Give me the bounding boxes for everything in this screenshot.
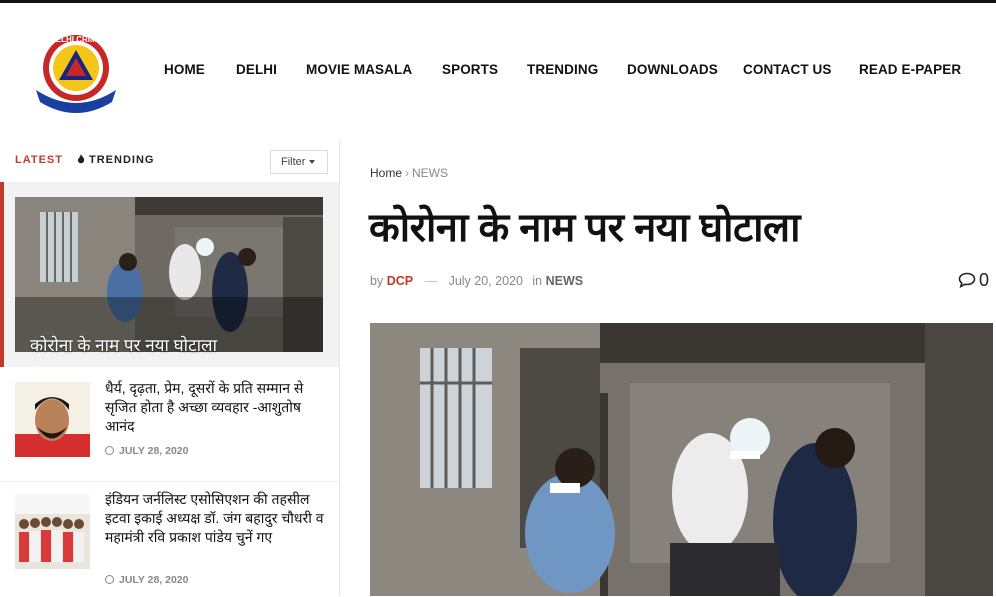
comment-icon: [958, 272, 976, 289]
nav-sports[interactable]: SPORTS: [442, 62, 498, 77]
nav-read-epaper[interactable]: READ E-PAPER: [859, 62, 961, 77]
main-nav: HOME DELHI MOVIE MASALA SPORTS TRENDING …: [0, 62, 996, 82]
post-title[interactable]: धैर्य, दृढ़ता, प्रेम, दूसरों के प्रति सम…: [105, 379, 325, 436]
sidebar: LATEST TRENDING Filter कोरोना के नाम पर …: [0, 140, 340, 596]
post-date: JULY 28, 2020: [105, 445, 188, 457]
nav-delhi[interactable]: DELHI: [236, 62, 277, 77]
caret-down-icon: [309, 160, 316, 165]
post-title[interactable]: इंडियन जर्नलिस्ट एसोसिएशन की तहसील इटवा …: [105, 490, 325, 547]
clock-icon: [105, 446, 114, 455]
featured-title[interactable]: कोरोना के नाम पर नया घोटाला: [30, 333, 310, 356]
post-thumbnail[interactable]: [15, 494, 90, 569]
meta-by: by: [370, 274, 384, 288]
comments-link[interactable]: 0: [958, 270, 989, 291]
breadcrumb: Home › NEWS: [370, 166, 448, 180]
nav-downloads[interactable]: DOWNLOADS: [627, 62, 718, 77]
post-thumbnail[interactable]: [15, 382, 90, 457]
nav-home[interactable]: HOME: [164, 62, 205, 77]
article-meta: by DCP — July 20, 2020 in NEWS: [370, 274, 583, 288]
list-item[interactable]: धैर्य, दृढ़ता, प्रेम, दूसरों के प्रति सम…: [0, 367, 339, 482]
logo-text: DELHI CRIME: [50, 35, 103, 44]
breadcrumb-news[interactable]: NEWS: [412, 166, 448, 180]
chevron-right-icon: ›: [405, 166, 410, 180]
post-date-text: JULY 28, 2020: [119, 574, 189, 586]
tab-trending-label: TRENDING: [89, 154, 155, 166]
author-link[interactable]: DCP: [387, 274, 413, 288]
post-date-text: JULY 28, 2020: [119, 445, 189, 457]
meta-in: in: [532, 274, 543, 288]
category-link[interactable]: NEWS: [546, 274, 584, 288]
featured-post[interactable]: कोरोना के नाम पर नया घोटाला JULY 20, 202…: [0, 182, 339, 377]
featured-image[interactable]: [15, 197, 323, 352]
post-date: JULY 28, 2020: [105, 574, 188, 586]
tab-latest[interactable]: LATEST: [15, 154, 63, 166]
article-date: July 20, 2020: [448, 274, 523, 288]
top-border: [0, 0, 996, 3]
filter-label: Filter: [281, 156, 306, 168]
flame-icon: [77, 154, 85, 164]
breadcrumb-home[interactable]: Home: [370, 166, 402, 180]
nav-trending[interactable]: TRENDING: [527, 62, 598, 77]
article-title: कोरोना के नाम पर नया घोटाला: [369, 206, 800, 250]
nav-contact-us[interactable]: CONTACT US: [743, 62, 832, 77]
article-hero-image[interactable]: [370, 323, 993, 596]
comment-count: 0: [979, 270, 990, 290]
filter-dropdown[interactable]: Filter: [270, 150, 328, 174]
tab-trending[interactable]: TRENDING: [77, 154, 154, 166]
nav-movie-masala[interactable]: MOVIE MASALA: [306, 62, 412, 77]
active-indicator: [0, 182, 4, 367]
meta-dash: —: [424, 274, 438, 288]
list-item[interactable]: इंडियन जर्नलिस्ट एसोसिएशन की तहसील इटवा …: [0, 482, 339, 597]
clock-icon: [105, 575, 114, 584]
